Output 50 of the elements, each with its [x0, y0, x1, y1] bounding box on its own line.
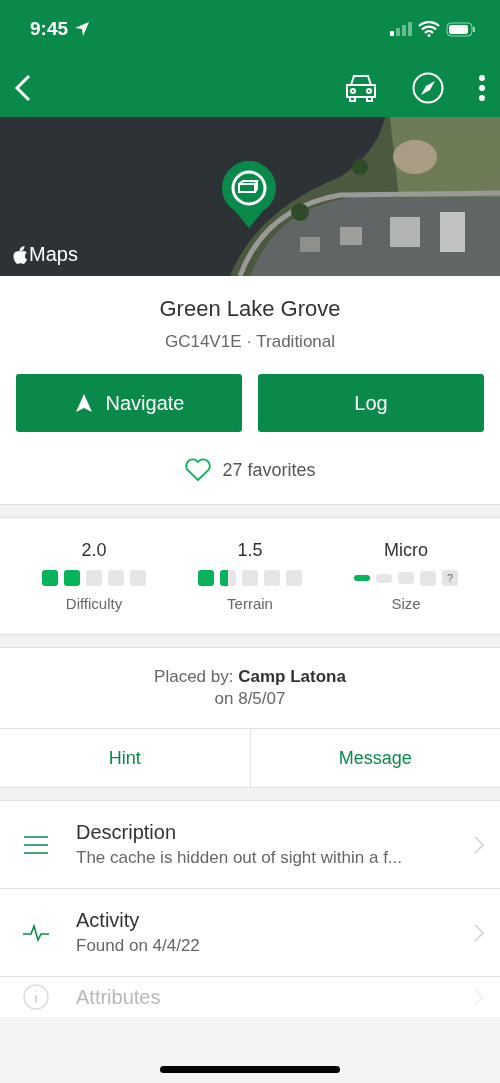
row-title: Activity — [76, 909, 141, 932]
size-bar — [398, 572, 414, 584]
wifi-icon — [418, 21, 440, 37]
unknown-size-mark: ? — [442, 570, 458, 586]
row-subtitle: The cache is hidden out of sight within a f... — [76, 848, 404, 868]
placed-by-text: Placed by: Camp Latona — [154, 667, 346, 687]
rating-pip — [86, 570, 102, 586]
location-arrow-icon — [74, 21, 91, 37]
row-title: Description — [76, 821, 178, 844]
rating-value: 2.0 — [81, 540, 107, 561]
rating-label: Size — [391, 595, 421, 612]
status-time: 9:45 — [30, 18, 69, 40]
favorites-count: 27 favorites — [222, 459, 316, 481]
rating-pip — [108, 570, 124, 586]
detail-row[interactable]: Activity Found on 4/4/22 — [0, 889, 500, 977]
maps-attribution: Maps — [12, 243, 78, 266]
size-bar — [354, 575, 370, 581]
rating-pip — [220, 570, 236, 586]
row-title: Attributes — [76, 985, 162, 1009]
rating-pip — [64, 570, 80, 586]
rating-pip — [42, 570, 58, 586]
chevron-icon — [474, 923, 484, 942]
chevron-icon — [474, 835, 484, 854]
pulse-icon — [22, 922, 50, 943]
signal-icon — [390, 22, 412, 36]
rating-label: Terrain — [227, 595, 273, 612]
rating-pip — [198, 570, 214, 586]
rating-label: Difficulty — [65, 595, 123, 612]
rating-value: Micro — [384, 540, 428, 561]
rating-pip — [242, 570, 258, 586]
row-subtitle: Found on 4/4/22 — [76, 936, 201, 956]
rating-value: 1.5 — [237, 540, 263, 561]
rating-pip — [286, 570, 302, 586]
size-bar — [420, 570, 436, 586]
rating-pip — [264, 570, 280, 586]
heart-icon[interactable] — [184, 458, 213, 482]
detail-row[interactable]: Description The cache is hidden out of sight within a f... — [0, 801, 500, 889]
navigation-arrow-icon — [73, 393, 94, 413]
rating-pip — [130, 570, 146, 586]
battery-icon — [446, 21, 476, 37]
placed-date: on 8/5/07 — [214, 689, 286, 709]
log-button[interactable]: Log — [258, 374, 484, 432]
apple-logo — [12, 245, 28, 264]
menu-icon — [22, 834, 50, 855]
info-icon — [22, 983, 50, 1011]
cache-code: GC14V1E · Traditional — [164, 332, 336, 352]
size-bar — [376, 573, 392, 583]
map-pin-icon — [221, 161, 277, 229]
navigate-button[interactable]: Navigate — [16, 374, 242, 432]
cache-name: Green Lake Grove — [159, 296, 341, 322]
